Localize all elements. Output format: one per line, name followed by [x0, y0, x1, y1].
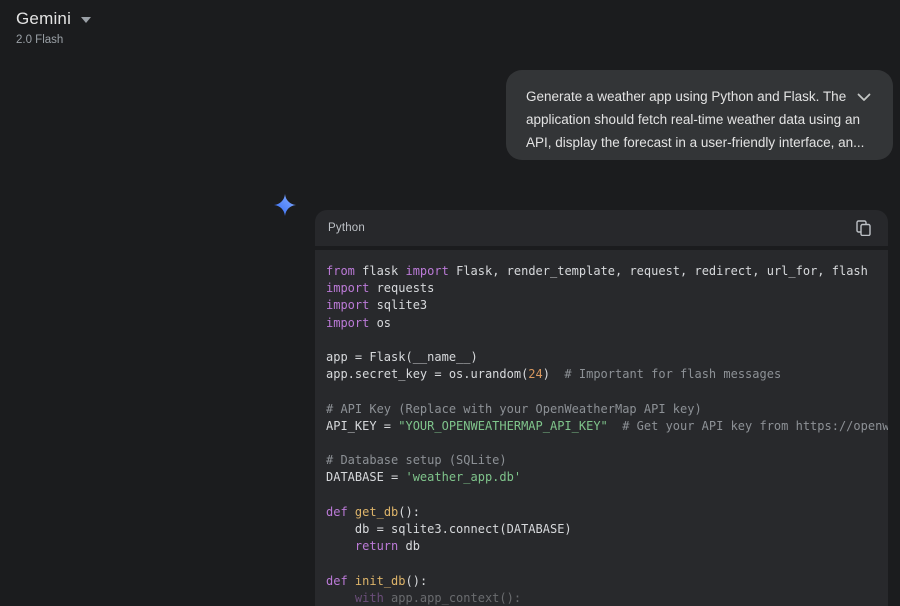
code-line: # API Key (Replace with your OpenWeather…: [326, 401, 888, 418]
copy-icon: [856, 220, 871, 236]
code-line: db = sqlite3.connect(DATABASE): [326, 521, 888, 538]
code-line: [326, 383, 888, 400]
chevron-down-icon: [857, 93, 871, 102]
code-line: return db: [326, 538, 888, 555]
code-block-header: Python: [315, 210, 888, 246]
user-prompt-line: Generate a weather app using Python and …: [526, 85, 839, 108]
gemini-sparkle-icon: [274, 194, 296, 216]
user-prompt-line: application should fetch real-time weath…: [526, 108, 839, 131]
code-line: [326, 555, 888, 572]
caret-down-icon: [81, 17, 91, 23]
copy-code-button[interactable]: [852, 217, 874, 239]
code-line: # Database setup (SQLite): [326, 452, 888, 469]
code-line: DATABASE = 'weather_app.db': [326, 469, 888, 486]
code-line: import os: [326, 315, 888, 332]
user-prompt-line: API, display the forecast in a user-frie…: [526, 131, 839, 154]
gemini-chat-page: Gemini 2.0 Flash Generate a weather app …: [0, 0, 900, 606]
code-content[interactable]: from flask import Flask, render_template…: [315, 250, 888, 606]
code-line: from flask import Flask, render_template…: [326, 263, 888, 280]
model-switcher[interactable]: Gemini: [16, 9, 91, 29]
code-line: import requests: [326, 280, 888, 297]
code-line: def get_db():: [326, 504, 888, 521]
user-prompt-bubble[interactable]: Generate a weather app using Python and …: [506, 70, 893, 160]
code-line: app.secret_key = os.urandom(24) # Import…: [326, 366, 888, 383]
code-line: def init_db():: [326, 573, 888, 590]
code-language-label: Python: [328, 222, 365, 234]
code-line: [326, 487, 888, 504]
app-header: Gemini 2.0 Flash: [16, 9, 91, 46]
code-line: [326, 332, 888, 349]
app-title: Gemini: [16, 9, 71, 29]
expand-prompt-button[interactable]: [853, 86, 875, 108]
model-name: 2.0 Flash: [16, 34, 91, 46]
code-line: import sqlite3: [326, 297, 888, 314]
code-line: with app.app_context():: [326, 590, 888, 606]
code-line: API_KEY = "YOUR_OPENWEATHERMAP_API_KEY" …: [326, 418, 888, 435]
code-block: Python from flask import Flask, render_t…: [315, 210, 888, 606]
code-line: app = Flask(__name__): [326, 349, 888, 366]
code-line: [326, 435, 888, 452]
